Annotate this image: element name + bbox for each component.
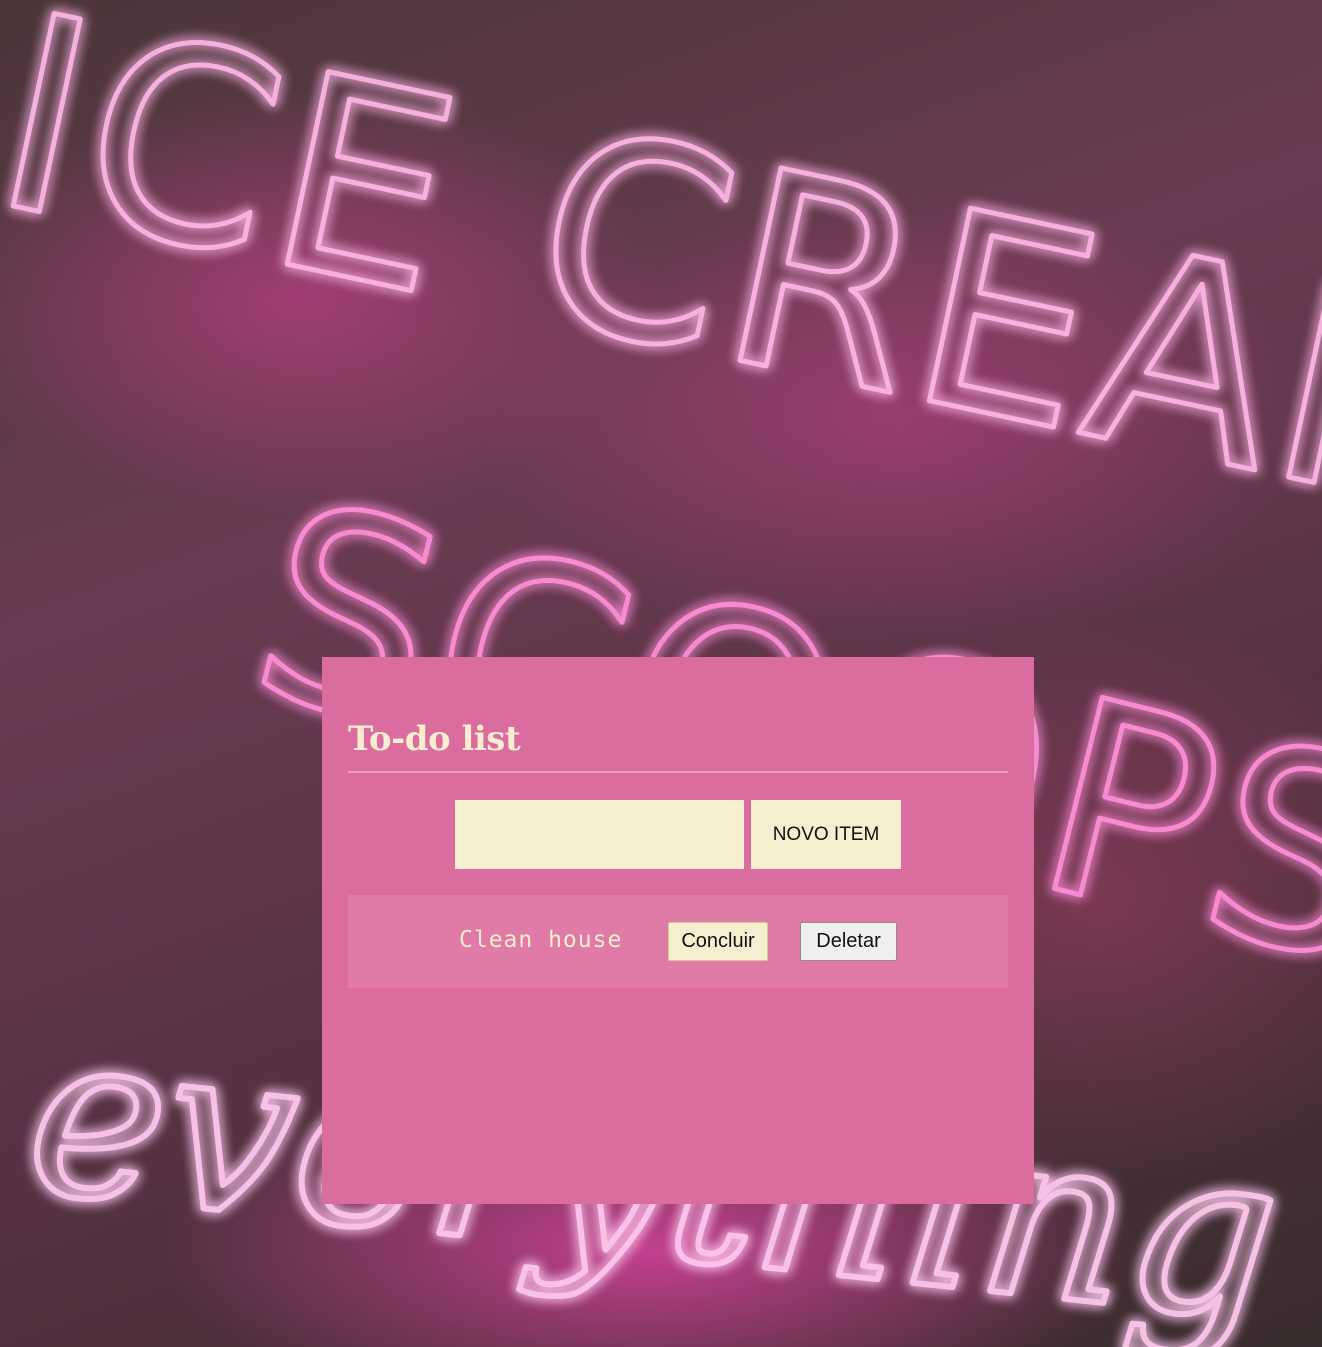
complete-button[interactable]: Concluir (668, 922, 768, 961)
title-divider (348, 771, 1008, 773)
page-title: To-do list (348, 719, 521, 759)
todo-card: To-do list NOVO ITEM Clean house Conclui… (322, 657, 1034, 1204)
new-item-button[interactable]: NOVO ITEM (751, 800, 901, 869)
list-item-text: Clean house (459, 927, 623, 953)
new-item-input[interactable] (455, 800, 744, 869)
list-item: Clean house Concluir Deletar (348, 895, 1008, 988)
delete-button[interactable]: Deletar (800, 922, 897, 961)
neon-text-ice-cream: ICE CREAM (0, 0, 1322, 584)
